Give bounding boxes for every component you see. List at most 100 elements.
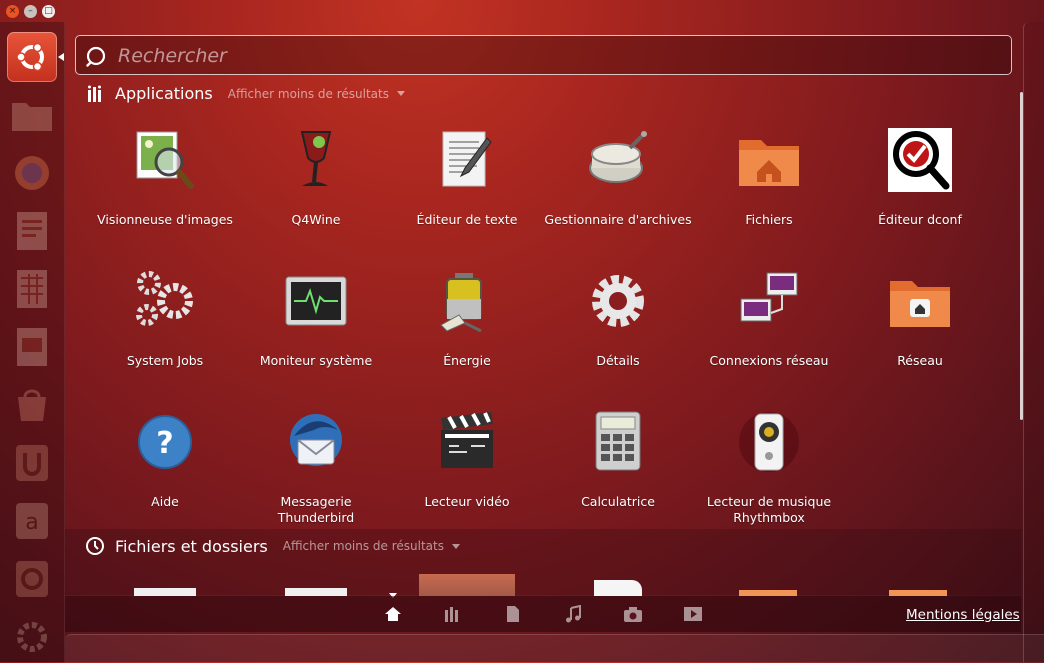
photos-lens-icon bbox=[624, 607, 642, 622]
launcher-ubuntu-one-music-icon[interactable] bbox=[7, 554, 57, 604]
ubuntu-one-music-icon bbox=[16, 561, 48, 597]
app-label: Moniteur système bbox=[259, 353, 373, 368]
spreadsheet-icon bbox=[17, 270, 47, 308]
launcher-software-center-icon[interactable] bbox=[7, 380, 57, 430]
home-lens-icon bbox=[385, 607, 401, 621]
music-lens-icon bbox=[566, 605, 581, 623]
app-label: Détails bbox=[596, 353, 640, 368]
app-energy[interactable]: Énergie bbox=[392, 269, 542, 369]
app-label: Lecteur vidéo bbox=[424, 494, 510, 509]
photos-lens-button[interactable] bbox=[618, 596, 648, 632]
applications-category-title: Applications bbox=[115, 84, 213, 103]
network-connections-icon bbox=[737, 269, 801, 333]
toggle-label: Afficher moins de résultats bbox=[227, 86, 389, 101]
writer-icon bbox=[17, 212, 47, 250]
launcher-files-icon[interactable] bbox=[7, 90, 57, 140]
calculator-icon bbox=[586, 410, 650, 474]
search-bar[interactable] bbox=[75, 35, 1012, 75]
app-label: Connexions réseau bbox=[709, 353, 829, 368]
app-label: Fichiers bbox=[745, 212, 793, 227]
app-files[interactable]: Fichiers bbox=[694, 128, 844, 228]
file-thumbnail[interactable] bbox=[134, 588, 196, 596]
app-label: Aide bbox=[151, 494, 179, 509]
files-lens-icon bbox=[507, 606, 519, 622]
applications-category-header: Applications Afficher moins de résultats bbox=[87, 84, 405, 103]
app-q4wine[interactable]: Q4Wine bbox=[241, 128, 391, 228]
toggle-label: Afficher moins de résultats bbox=[282, 539, 444, 553]
launcher-firefox-icon[interactable] bbox=[7, 148, 57, 198]
app-label: System Jobs bbox=[126, 353, 204, 368]
image-viewer-icon bbox=[133, 128, 197, 192]
launcher-writer-icon[interactable] bbox=[7, 206, 57, 256]
launcher-ubuntu-one-icon[interactable] bbox=[7, 438, 57, 488]
file-thumbnail[interactable] bbox=[285, 588, 347, 596]
app-dconf-editor[interactable]: Éditeur dconf bbox=[845, 128, 995, 228]
launcher-impress-icon[interactable] bbox=[7, 322, 57, 372]
files-category-header: Fichiers et dossiers Afficher moins de r… bbox=[85, 536, 460, 556]
app-label: Calculatrice bbox=[581, 494, 655, 509]
presentation-icon bbox=[17, 328, 47, 366]
archive-manager-icon bbox=[586, 128, 650, 192]
app-rhythmbox[interactable]: Lecteur de musique Rhythmbox bbox=[694, 410, 844, 526]
minimize-window-button[interactable]: – bbox=[24, 5, 37, 18]
music-lens-button[interactable] bbox=[558, 596, 588, 632]
window-controls: × – □ bbox=[6, 5, 55, 18]
file-thumbnail[interactable] bbox=[594, 580, 642, 596]
app-network-connections[interactable]: Connexions réseau bbox=[694, 269, 844, 369]
close-icon: × bbox=[8, 6, 17, 16]
app-label: Éditeur de texte bbox=[416, 212, 518, 227]
gears-icon bbox=[133, 269, 197, 333]
applications-icon bbox=[88, 85, 101, 102]
app-system-jobs[interactable]: System Jobs bbox=[90, 269, 240, 369]
launcher-settings-icon[interactable] bbox=[7, 612, 57, 662]
launcher: a bbox=[0, 22, 65, 662]
files-show-fewer-toggle[interactable]: Afficher moins de résultats bbox=[283, 539, 460, 553]
chevron-down-icon bbox=[452, 543, 460, 549]
folder-icon bbox=[12, 103, 52, 131]
svg-text:?: ? bbox=[156, 426, 173, 461]
app-label: Gestionnaire d'archives bbox=[544, 212, 692, 227]
file-thumbnail[interactable] bbox=[419, 574, 515, 596]
app-network[interactable]: Réseau bbox=[845, 269, 995, 369]
app-calculator[interactable]: Calculatrice bbox=[543, 410, 693, 510]
video-lens-button[interactable] bbox=[678, 596, 708, 632]
app-help[interactable]: ? Aide bbox=[90, 410, 240, 510]
app-text-editor[interactable]: Éditeur de texte bbox=[392, 128, 542, 228]
app-video-player[interactable]: Lecteur vidéo bbox=[392, 410, 542, 510]
launcher-calc-icon[interactable] bbox=[7, 264, 57, 314]
system-monitor-icon bbox=[284, 269, 348, 333]
applications-lens-button[interactable] bbox=[438, 596, 468, 632]
app-label: Énergie bbox=[443, 353, 491, 368]
maximize-icon: □ bbox=[44, 6, 53, 16]
maximize-window-button[interactable]: □ bbox=[42, 5, 55, 18]
app-thunderbird[interactable]: Messagerie Thunderbird bbox=[241, 410, 391, 526]
files-lens-button[interactable] bbox=[498, 596, 528, 632]
app-system-monitor[interactable]: Moniteur système bbox=[241, 269, 391, 369]
search-input[interactable] bbox=[116, 41, 1000, 71]
app-details[interactable]: Détails bbox=[543, 269, 693, 369]
battery-icon bbox=[435, 269, 499, 333]
system-settings-icon bbox=[17, 622, 47, 652]
thunderbird-icon bbox=[284, 410, 348, 474]
app-label: Réseau bbox=[897, 353, 943, 368]
text-editor-icon bbox=[435, 128, 499, 192]
app-label: Messagerie Thunderbird bbox=[277, 494, 355, 525]
app-archive-manager[interactable]: Gestionnaire d'archives bbox=[543, 128, 693, 228]
close-window-button[interactable]: × bbox=[6, 5, 19, 18]
shopping-bag-icon bbox=[18, 389, 46, 421]
scrollbar[interactable] bbox=[1020, 92, 1023, 420]
app-label: Visionneuse d'images bbox=[97, 212, 233, 227]
legal-notices-link[interactable]: Mentions légales bbox=[906, 607, 1020, 623]
home-lens-button[interactable] bbox=[378, 596, 408, 632]
applications-show-fewer-toggle[interactable]: Afficher moins de résultats bbox=[228, 87, 405, 101]
app-image-viewer[interactable]: Visionneuse d'images bbox=[90, 128, 240, 228]
dconf-editor-icon bbox=[888, 128, 952, 192]
firefox-icon bbox=[15, 156, 49, 190]
lens-bar bbox=[65, 596, 1021, 632]
network-folder-icon bbox=[888, 269, 952, 333]
search-icon bbox=[86, 46, 106, 67]
dash-home-button[interactable] bbox=[7, 32, 57, 82]
amazon-icon: a bbox=[16, 503, 48, 539]
launcher-amazon-icon[interactable]: a bbox=[7, 496, 57, 546]
gear-icon bbox=[586, 269, 650, 333]
